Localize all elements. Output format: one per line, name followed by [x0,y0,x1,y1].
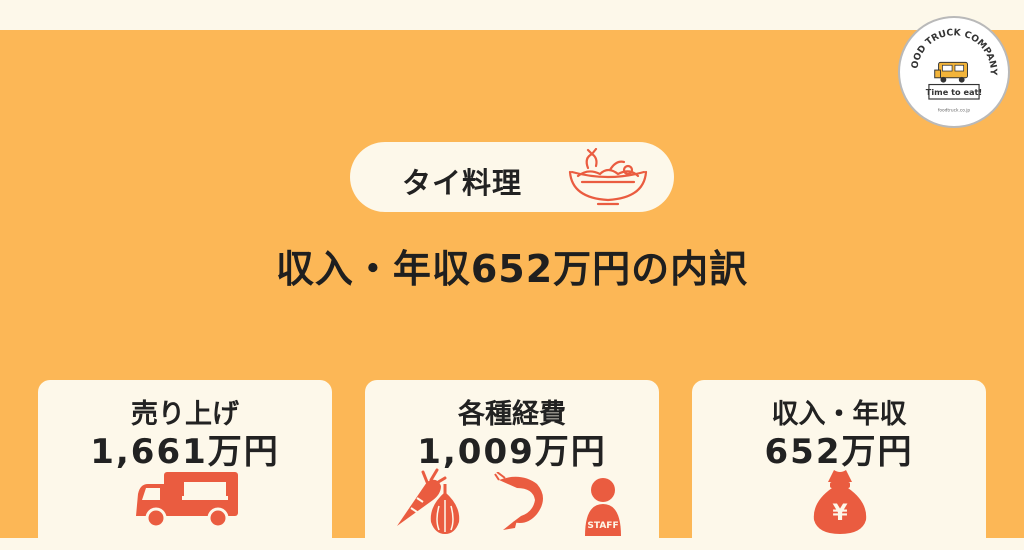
yen-symbol: ¥ [832,501,848,526]
tom-yum-bowl-icon [568,148,648,206]
card-value: 1,661万円 [90,432,280,472]
expenses-card: 各種経費 1,009万円 STAFF [365,380,659,550]
category-pill: タイ料理 [350,142,674,212]
logo-tagline: Time to eat! [926,87,982,97]
food-truck-icon [934,61,968,83]
money-bag-icon: ¥ [813,470,867,534]
page-title: 収入・年収652万円の内訳 [275,247,749,291]
category-label: タイ料理 [402,166,523,200]
staff-label: STAFF [587,521,618,531]
logo-url: foodtruck.co.jp [938,108,971,114]
food-truck-icon [136,472,238,529]
revenue-card: 売り上げ 1,661万円 [38,380,332,550]
shrimp-icon [494,472,543,530]
garlic-icon [430,484,460,534]
staff-icon: STAFF [585,478,621,536]
card-value: 1,009万円 [417,432,607,472]
income-card: 収入・年収 652万円 ¥ [692,380,986,550]
card-value: 652万円 [764,432,914,472]
brand-logo: FOOD TRUCK COMPANY Time to eat! foodtruc… [898,16,1010,128]
